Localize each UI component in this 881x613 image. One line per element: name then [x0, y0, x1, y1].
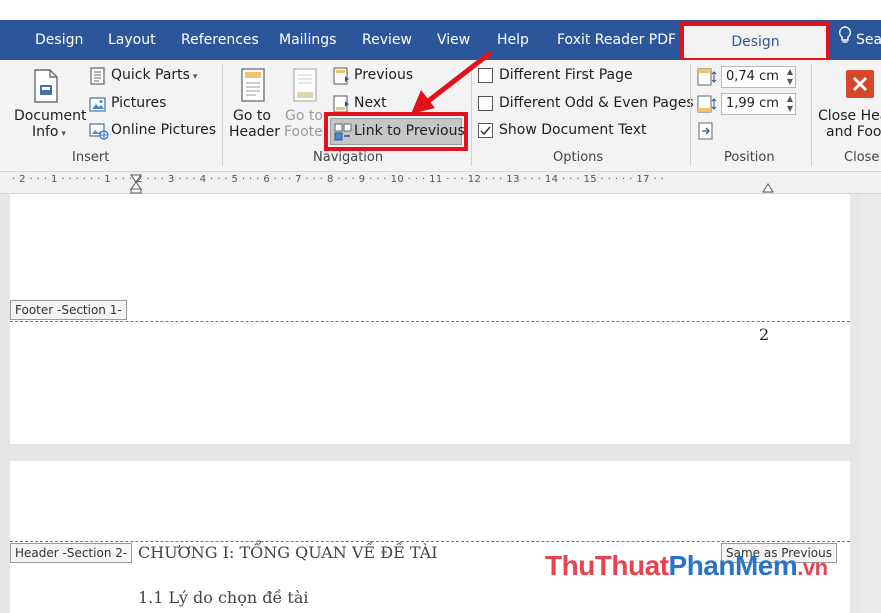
highlight-box-design-tab	[680, 22, 830, 62]
different-first-page-label: Different First Page	[499, 67, 633, 83]
checkmark-icon	[480, 126, 491, 136]
header-from-top-spinner[interactable]: 0,74 cm ▲ ▼	[721, 66, 796, 88]
close-header-footer-label-1: Close Hea	[818, 108, 881, 124]
header-position-icon	[697, 68, 717, 90]
header-boundary-line	[10, 541, 850, 542]
close-group-label: Close	[844, 150, 880, 165]
options-group-label: Options	[553, 150, 604, 165]
go-to-footer-label-2: Footer	[284, 124, 324, 140]
next-button[interactable]: Next	[354, 95, 387, 111]
close-header-footer-icon	[846, 70, 874, 102]
group-separator	[222, 64, 223, 166]
tab-references[interactable]: References	[181, 20, 259, 60]
navigation-group-label: Navigation	[313, 150, 384, 165]
header-section-2-tag: Header -Section 2-	[10, 543, 133, 563]
page-2[interactable]	[10, 461, 850, 613]
vertical-scrollbar-track[interactable]	[860, 194, 881, 613]
lightbulb-icon	[838, 20, 852, 60]
close-header-footer-button[interactable]: Close Hea and Foo	[818, 108, 881, 140]
tab-mailings[interactable]: Mailings	[279, 20, 336, 60]
watermark-part-1: ThuThuat	[545, 550, 669, 581]
group-separator	[811, 64, 812, 166]
spinner-arrows-icon[interactable]: ▲ ▼	[787, 67, 793, 87]
go-to-header-label-1: Go to	[233, 108, 271, 124]
horizontal-ruler[interactable]: · 2 · · · 1 · · · · · · 1 · · · 2 · · · …	[0, 172, 881, 194]
document-info-label-1: Document	[14, 108, 87, 124]
document-info-button[interactable]: Document Info ▾	[14, 108, 87, 140]
go-to-footer-button[interactable]: Go to Footer	[284, 108, 324, 140]
pictures-icon	[89, 95, 107, 117]
footer-from-bottom-value: 1,99 cm	[726, 96, 779, 111]
dropdown-arrow-icon: ▾	[58, 129, 66, 139]
header-from-top-value: 0,74 cm	[726, 69, 779, 84]
group-separator	[690, 64, 691, 166]
online-pictures-icon	[89, 122, 109, 144]
go-to-header-icon	[240, 67, 266, 107]
dropdown-arrow-icon: ▾	[189, 72, 198, 82]
go-to-footer-icon	[292, 67, 318, 107]
ruler-ticks: · 2 · · · 1 · · · · · · 1 · · · 2 · · · …	[12, 174, 665, 185]
close-header-footer-label-2: and Foo	[826, 124, 881, 140]
previous-section-icon	[333, 67, 351, 89]
go-to-header-button[interactable]: Go to Header	[229, 108, 280, 140]
tab-help[interactable]: Help	[497, 20, 529, 60]
thuthuatphanmem-watermark: ThuThuatPhanMem.vn	[545, 550, 828, 582]
tab-foxit-reader-pdf[interactable]: Foxit Reader PDF	[557, 20, 676, 60]
different-first-page-checkbox[interactable]	[478, 68, 493, 83]
insert-alignment-tab-icon[interactable]	[698, 122, 714, 144]
online-pictures-button[interactable]: Online Pictures	[111, 122, 216, 138]
go-to-footer-label-1: Go to	[285, 108, 323, 124]
tab-layout[interactable]: Layout	[108, 20, 156, 60]
document-info-label-2: Info	[32, 124, 59, 140]
quick-parts-icon	[90, 67, 106, 89]
document-info-icon	[32, 68, 60, 108]
footer-position-icon	[697, 95, 717, 117]
position-group-label: Position	[724, 150, 775, 165]
search-tab-label: Sea	[856, 32, 881, 48]
footer-boundary-line	[10, 321, 850, 322]
red-arrow-annotation	[405, 50, 495, 124]
pictures-button[interactable]: Pictures	[111, 95, 166, 111]
different-odd-even-pages-label: Different Odd & Even Pages	[499, 95, 694, 111]
spinner-arrows-icon[interactable]: ▲ ▼	[787, 94, 793, 114]
tab-design[interactable]: Design	[35, 20, 83, 60]
different-odd-even-pages-checkbox[interactable]	[478, 96, 493, 111]
tell-me-search[interactable]: Sea	[838, 20, 881, 60]
watermark-part-2: PhanMem	[668, 550, 798, 581]
go-to-header-label-2: Header	[229, 124, 280, 140]
page-1[interactable]	[10, 194, 850, 444]
insert-group-label: Insert	[72, 150, 110, 165]
footer-section-1-tag: Footer -Section 1-	[10, 300, 127, 320]
footer-from-bottom-spinner[interactable]: 1,99 cm ▲ ▼	[721, 93, 796, 115]
chapter-title[interactable]: CHƯƠNG I: TỔNG QUAN VỀ ĐỀ TÀI	[138, 543, 438, 562]
watermark-part-3: .vn	[797, 555, 828, 580]
section-title[interactable]: 1.1 Lý do chọn đề tài	[138, 588, 309, 607]
quick-parts-button[interactable]: Quick Parts ▾	[111, 67, 197, 83]
show-document-text-checkbox[interactable]	[478, 123, 493, 138]
page-number[interactable]: 2	[759, 325, 769, 344]
show-document-text-label: Show Document Text	[499, 122, 647, 138]
quick-parts-label: Quick Parts	[111, 67, 190, 83]
